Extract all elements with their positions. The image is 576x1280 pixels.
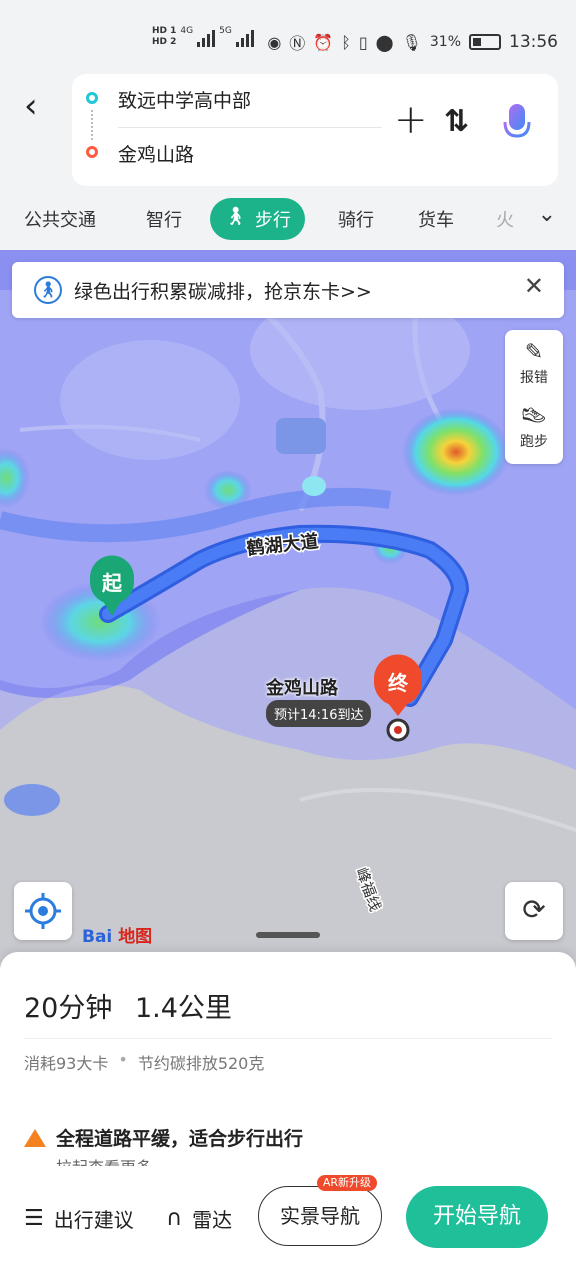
promo-banner[interactable]: 🚶︎ 绿色出行积累碳减排，抢京东卡>> ✕ [12, 262, 564, 318]
tab-walking-label: 步行 [254, 210, 291, 231]
eta-label: 预计14:16到达 [266, 700, 372, 727]
distance: 1.4公里 [134, 993, 232, 1024]
battery-percent: 31% [429, 34, 461, 50]
signal-icon [235, 27, 254, 47]
route-card: 致远中学高中部 金鸡山路 + ⇅ [72, 74, 558, 186]
hd2-label: HD 2 [152, 37, 177, 47]
report-error-label: 报错 [520, 370, 548, 386]
clock: 13:56 [509, 32, 558, 52]
hd1-label: HD 1 [152, 26, 177, 36]
travel-advice-label: 出行建议 [53, 1208, 134, 1232]
end-dot-icon [86, 146, 98, 158]
bullet-separator: • [118, 1050, 128, 1069]
radar-label: 雷达 [192, 1208, 233, 1232]
tip-text: 全程道路平缓，适合步行出行 [56, 1128, 304, 1150]
drag-handle[interactable] [256, 932, 320, 938]
route-connector [91, 110, 93, 140]
start-dot-icon [86, 92, 98, 104]
tab-truck[interactable]: 货车 [418, 206, 454, 232]
map-view[interactable]: 起 终 鹤湖大道 峰福线 金鸡山路 预计14:16到达 🚶︎ 绿色出行积累碳减排… [0, 250, 576, 970]
walker-icon: 🚶︎ [34, 276, 62, 304]
plus-icon[interactable]: + [394, 100, 428, 140]
ar-navigation-button[interactable]: 实景导航 AR新升级 [258, 1175, 382, 1246]
divider [118, 127, 382, 128]
target-icon [25, 893, 61, 929]
battery-icon [469, 34, 501, 50]
hd-indicator: HD 1 HD 2 [152, 26, 176, 48]
route-stats: 消耗93大卡 • 节约碳排放520克 [24, 1050, 264, 1074]
microphone-icon[interactable] [502, 102, 532, 146]
origin-field[interactable]: 致远中学高中部 [118, 86, 251, 113]
menu-icon: ☰ [24, 1206, 44, 1231]
running-label: 跑步 [520, 434, 548, 450]
tab-walking[interactable]: 🚶︎ 步行 [210, 198, 305, 240]
route-tip: 全程道路平缓，适合步行出行 [24, 1124, 303, 1151]
promo-text[interactable]: 绿色出行积累碳减排，抢京东卡>> [74, 277, 372, 304]
locate-button[interactable] [14, 882, 72, 940]
travel-advice-button[interactable]: ☰ 出行建议 [24, 1204, 134, 1233]
close-icon[interactable]: ✕ [524, 272, 544, 300]
route-header: ‹ 致远中学高中部 金鸡山路 + ⇅ [0, 74, 576, 190]
network-4g-label: 4G [180, 26, 194, 36]
mic-status-icon: 🎙︎ [401, 32, 422, 52]
nfc-icon: Ⓝ [289, 34, 306, 53]
route-summary: 20分钟 1.4公里 [24, 986, 232, 1025]
start-navigation-button[interactable]: 开始导航 [406, 1186, 548, 1248]
action-bar: ☰ 出行建议 ∩ 雷达 实景导航 AR新升级 开始导航 [0, 1166, 576, 1280]
status-bar: HD 1 HD 2 4G 5G ◉ Ⓝ ⏰ ᛒ ▯ ⬤ 🎙︎ 31% 13:56 [0, 0, 576, 80]
map-canvas[interactable]: 起 终 鹤湖大道 峰福线 [0, 250, 576, 970]
back-arrow-icon[interactable]: ‹ [24, 86, 38, 126]
end-marker-label: 终 [388, 671, 409, 695]
walking-icon: 🚶︎ [224, 206, 247, 227]
alarm-icon: ⏰ [313, 32, 334, 52]
radar-button[interactable]: ∩ 雷达 [166, 1204, 232, 1233]
logo-text-cn: 地图 [118, 927, 153, 947]
edit-icon: ✎ [524, 340, 544, 365]
tab-cycling[interactable]: 骑行 [338, 206, 374, 232]
logo-text: Bai [82, 927, 113, 947]
vibrate-icon: ▯ [358, 32, 368, 52]
signal-group: HD 1 HD 2 4G 5G [152, 26, 254, 48]
transport-mode-tabs: 公共交通 智行 🚶︎ 步行 骑行 货车 火 ⌄ [0, 190, 576, 250]
eye-icon: ◉ [267, 32, 282, 52]
bluetooth-icon: ᛒ [341, 32, 351, 52]
destination-map-label: 金鸡山路 [266, 678, 338, 699]
network-5g-label: 5G [219, 26, 232, 36]
running-button[interactable]: 👟︎ 跑步 [505, 404, 563, 451]
status-icons: ◉ Ⓝ ⏰ ᛒ ▯ ⬤ 🎙︎ 31% 13:56 [267, 30, 558, 54]
chevron-down-icon[interactable]: ⌄ [538, 202, 556, 227]
running-shoe-icon: 👟︎ [520, 404, 548, 429]
baidu-logo: Bai 地图 [82, 922, 152, 947]
ar-upgrade-badge: AR新升级 [316, 1175, 377, 1191]
carbon-saving: 节约碳排放520克 [137, 1054, 265, 1073]
signal-icon [197, 27, 216, 47]
tab-train[interactable]: 火 [496, 206, 514, 232]
destination-field[interactable]: 金鸡山路 [118, 140, 194, 167]
tab-public-transit[interactable]: 公共交通 [24, 206, 96, 232]
swap-icon[interactable]: ⇅ [444, 104, 469, 139]
start-marker-label: 起 [101, 571, 123, 595]
radar-icon: ∩ [166, 1206, 183, 1231]
calories: 消耗93大卡 [24, 1054, 109, 1073]
warning-icon [24, 1128, 46, 1147]
ar-navigation-label: 实景导航 [280, 1204, 360, 1228]
location-icon: ⬤ [375, 32, 394, 52]
map-tools: ✎ 报错 👟︎ 跑步 [505, 330, 563, 464]
duration: 20分钟 [24, 993, 113, 1024]
tab-smart[interactable]: 智行 [146, 206, 182, 232]
refresh-icon[interactable]: ⟳ [505, 882, 563, 940]
divider [24, 1038, 552, 1039]
report-error-button[interactable]: ✎ 报错 [505, 340, 563, 387]
